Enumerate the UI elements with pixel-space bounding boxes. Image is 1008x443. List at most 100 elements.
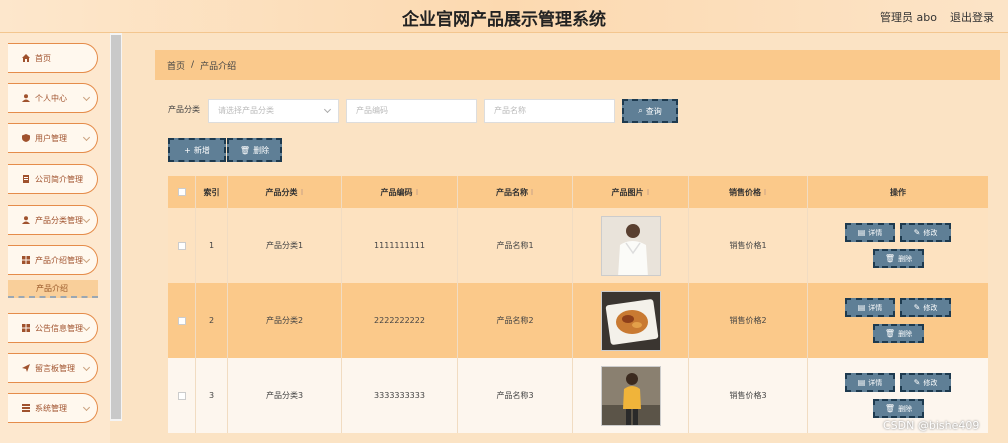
sidebar-item-category[interactable]: 产品分类管理 xyxy=(8,205,98,235)
app-title: 企业官网产品展示管理系统 xyxy=(402,10,606,30)
sidebar-item-company[interactable]: 公司简介管理 xyxy=(8,164,98,194)
logout-link[interactable]: 退出登录 xyxy=(950,9,994,25)
delete-button[interactable]: 🗑 删除 xyxy=(873,399,924,418)
cell-price: 销售价格3 xyxy=(689,358,808,433)
row-checkbox-cell xyxy=(168,283,196,358)
chevron-down-icon xyxy=(82,133,91,142)
query-button[interactable]: ⌕ 查询 xyxy=(622,99,678,123)
cell-code: 2222222222 xyxy=(342,283,458,358)
row-checkbox[interactable] xyxy=(177,391,186,400)
cell-code: 1111111111 xyxy=(342,208,458,283)
header-category[interactable]: 产品分类 xyxy=(228,176,342,208)
sidebar-item-product[interactable]: 产品介绍管理 xyxy=(8,245,98,275)
detail-button[interactable]: ▤ 详情 xyxy=(845,223,895,242)
name-input[interactable]: 产品名称 xyxy=(484,99,615,123)
sidebar-item-home[interactable]: 首页 xyxy=(8,43,98,73)
sidebar-item-label: 个人中心 xyxy=(35,93,67,103)
header-price[interactable]: 销售价格 xyxy=(689,176,808,208)
detail-icon: ▤ xyxy=(857,303,866,312)
table-row: 2 产品分类2 2222222222 产品名称2 销售价格2 ▤ 详情 ✎ 修改 🗑… xyxy=(168,283,988,358)
cell-name: 产品名称3 xyxy=(458,358,573,433)
header-name[interactable]: 产品名称 xyxy=(458,176,573,208)
sidebar-item-system[interactable]: 系统管理 xyxy=(8,393,98,423)
user-icon xyxy=(22,216,30,224)
sidebar-item-messages[interactable]: 留言板管理 xyxy=(8,353,98,383)
table-row: 1 产品分类1 1111111111 产品名称1 销售价格1 ▤ 详情 ✎ 修改 🗑… xyxy=(168,208,988,283)
product-image[interactable] xyxy=(600,215,661,276)
sidebar-item-label: 产品分类管理 xyxy=(35,215,83,225)
cell-image xyxy=(573,208,689,283)
sidebar-item-users[interactable]: 用户管理 xyxy=(8,123,98,153)
edit-icon: ✎ xyxy=(913,378,921,387)
cell-image xyxy=(573,358,689,433)
chevron-down-icon xyxy=(82,215,91,224)
cell-index: 2 xyxy=(196,283,228,358)
sort-icon xyxy=(531,189,534,195)
chevron-down-icon xyxy=(82,403,91,412)
shield-icon xyxy=(22,134,30,142)
breadcrumb: 首页 / 产品介绍 xyxy=(155,50,1000,80)
sidebar-item-label: 系统管理 xyxy=(35,403,67,413)
edit-button[interactable]: ✎ 修改 xyxy=(900,298,951,317)
edit-button[interactable]: ✎ 修改 xyxy=(900,373,951,392)
batch-delete-button[interactable]: 🗑 删除 xyxy=(227,138,282,162)
query-button-label: 查询 xyxy=(645,106,662,116)
sidebar-item-label: 产品介绍管理 xyxy=(35,255,83,265)
cell-image xyxy=(573,283,689,358)
sidebar-item-label: 首页 xyxy=(35,53,51,63)
cell-price: 销售价格1 xyxy=(689,208,808,283)
header-code[interactable]: 产品编码 xyxy=(342,176,458,208)
detail-button[interactable]: ▤ 详情 xyxy=(845,373,895,392)
list-icon xyxy=(22,404,30,412)
cell-category: 产品分类1 xyxy=(228,208,342,283)
sidebar-scrollbar-thumb[interactable] xyxy=(111,35,121,419)
sidebar-item-notice[interactable]: 公告信息管理 xyxy=(8,313,98,343)
select-all-checkbox[interactable] xyxy=(177,188,186,196)
batch-delete-label: 删除 xyxy=(253,145,270,155)
detail-icon: ▤ xyxy=(857,228,866,237)
sidebar-item-label: 公告信息管理 xyxy=(35,323,83,333)
sort-icon xyxy=(764,189,767,195)
row-checkbox[interactable] xyxy=(177,241,186,250)
row-checkbox[interactable] xyxy=(177,316,186,325)
edit-button[interactable]: ✎ 修改 xyxy=(900,223,951,242)
breadcrumb-separator: / xyxy=(191,60,195,70)
chevron-down-icon xyxy=(82,363,91,372)
category-select[interactable]: 请选择产品分类 xyxy=(208,99,339,123)
sidebar-item-label: 公司简介管理 xyxy=(35,174,83,184)
cell-index: 1 xyxy=(196,208,228,283)
send-icon xyxy=(22,364,30,372)
chevron-down-icon xyxy=(82,93,91,102)
user-icon xyxy=(22,94,30,102)
delete-button[interactable]: 🗑 删除 xyxy=(873,324,924,343)
code-input[interactable]: 产品编码 xyxy=(346,99,477,123)
category-select-placeholder: 请选择产品分类 xyxy=(218,106,274,115)
plus-icon: + xyxy=(184,145,191,155)
sort-icon xyxy=(415,189,419,195)
delete-button[interactable]: 🗑 删除 xyxy=(873,249,924,268)
sidebar-subitem-product-intro[interactable]: 产品介绍 xyxy=(8,280,98,298)
cell-actions xyxy=(808,283,988,358)
table-row: 3 产品分类3 3333333333 产品名称3 销售价格3 ▤ 详情 ✎ 修改 🗑… xyxy=(168,358,988,433)
detail-icon: ▤ xyxy=(857,378,866,387)
header-image[interactable]: 产品图片 xyxy=(573,176,689,208)
add-button-label: 新增 xyxy=(193,145,210,155)
sidebar-item-label: 留言板管理 xyxy=(35,363,75,373)
product-image[interactable] xyxy=(600,290,661,351)
trash-icon: 🗑 xyxy=(884,254,896,263)
top-header: 企业官网产品展示管理系统 管理员 abo 退出登录 xyxy=(0,0,1008,33)
product-image[interactable] xyxy=(600,365,661,426)
edit-icon: ✎ xyxy=(913,228,921,237)
add-button[interactable]: + 新增 xyxy=(168,138,226,162)
table-header: 索引 产品分类 产品编码 产品名称 产品图片 销售价格 操作 xyxy=(168,176,988,208)
breadcrumb-home[interactable]: 首页 xyxy=(167,59,185,72)
header-actions: 操作 xyxy=(890,187,906,197)
sidebar-item-profile[interactable]: 个人中心 xyxy=(8,83,98,113)
trash-icon: 🗑 xyxy=(884,329,896,338)
watermark: CSDN @bishe409 xyxy=(883,419,980,432)
detail-button[interactable]: ▤ 详情 xyxy=(845,298,895,317)
doc-icon xyxy=(22,175,30,183)
cell-category: 产品分类2 xyxy=(228,283,342,358)
row-checkbox-cell xyxy=(168,358,196,433)
cell-index: 3 xyxy=(196,358,228,433)
